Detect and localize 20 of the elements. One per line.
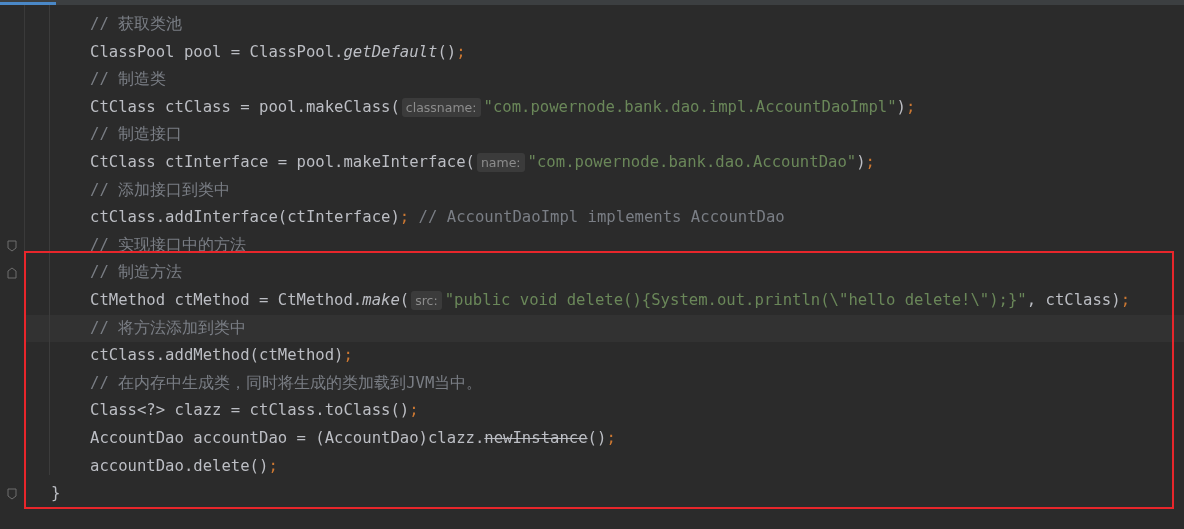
code-line: ctClass.addInterface(ctInterface); // AccountDaoImpl implements AccountDao: [90, 207, 785, 229]
fold-icon[interactable]: [7, 487, 17, 500]
code-line: Class<?> clazz = ctClass.toClass();: [90, 400, 419, 422]
code-line: AccountDao accountDao = (AccountDao)clazz.newInstance();: [90, 427, 616, 449]
code-line: // 制造方法: [90, 262, 183, 284]
fold-icon[interactable]: [7, 239, 17, 252]
code-line: accountDao.delete();: [90, 455, 278, 477]
code-line: // 制造接口: [90, 124, 183, 146]
fold-icon[interactable]: [7, 267, 17, 280]
code-line: }: [51, 483, 61, 505]
code-line: // 将方法添加到类中: [90, 317, 247, 339]
code-line: CtClass ctInterface = pool.makeInterface( name: "com.powernode.bank.dao.AccountDao");: [90, 151, 875, 174]
code-line: // 添加接口到类中: [90, 179, 231, 201]
code-line: // 制造类: [90, 69, 167, 91]
code-line: // 在内存中生成类，同时将生成的类加载到JVM当中。: [90, 372, 483, 394]
code-line: ClassPool pool = ClassPool.getDefault();: [90, 41, 466, 63]
code-line: CtClass ctClass = pool.makeClass( classname: "com.powernode.bank.dao.impl.AccountDaoImpl");: [90, 96, 916, 119]
code-line: // 获取类池: [90, 14, 183, 35]
code-line: ctClass.addMethod(ctMethod);: [90, 345, 353, 367]
code-line: CtMethod ctMethod = CtMethod.make( src: "public void delete(){System.out.println(\"hello delete!\");}", ctClass);: [90, 289, 1131, 312]
